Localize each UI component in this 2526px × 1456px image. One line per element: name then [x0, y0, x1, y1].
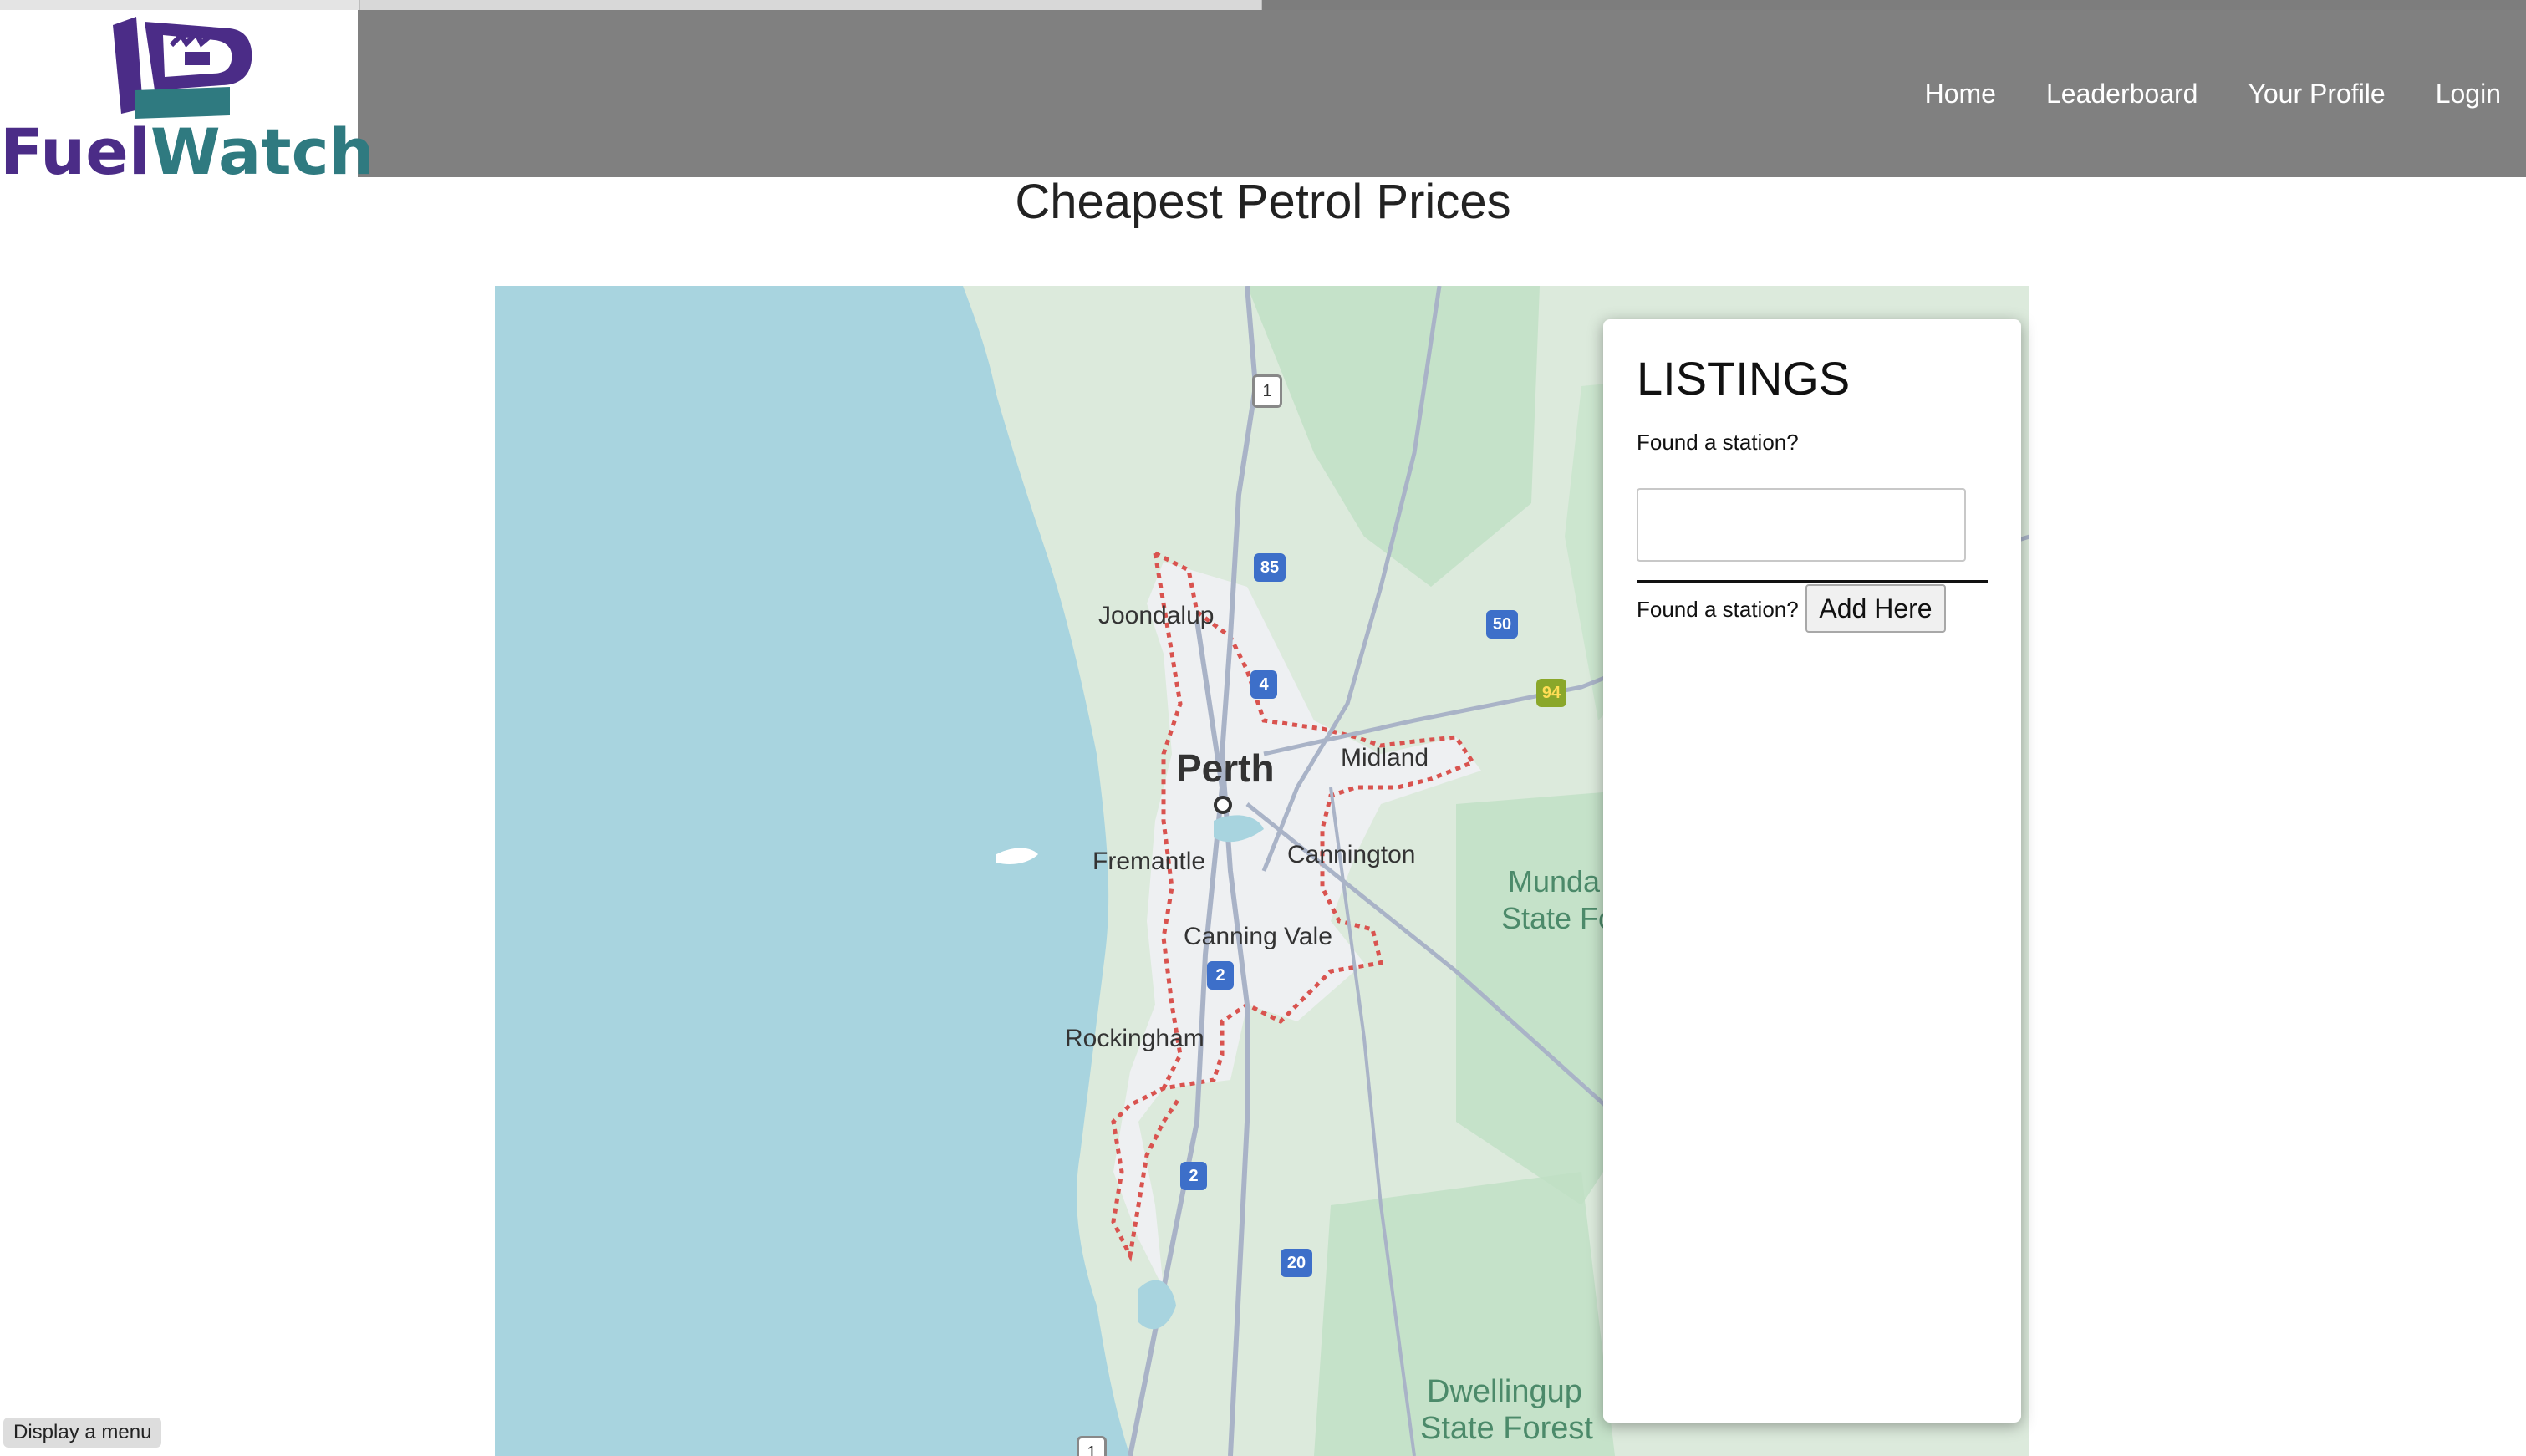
route-shield-2-north: 2: [1207, 961, 1234, 990]
place-dwellingup: Dwellingup: [1427, 1374, 1582, 1409]
route-shield-4: 4: [1250, 670, 1277, 699]
place-state-forest-partial: State Fo: [1501, 901, 1616, 935]
fuel-pump-logo-icon: [113, 17, 252, 119]
route-shield-85: 85: [1254, 553, 1286, 582]
place-fremantle: Fremantle: [1092, 848, 1206, 875]
place-state-forest: State Forest: [1420, 1411, 1593, 1446]
route-shield-1-south: 1: [1077, 1436, 1107, 1456]
nav-leaderboard-link[interactable]: Leaderboard: [2046, 79, 2198, 109]
place-munda: Munda: [1508, 864, 1601, 899]
place-joondalup: Joondalup: [1098, 602, 1215, 629]
perth-city-dot: [1214, 796, 1232, 814]
place-midland: Midland: [1341, 744, 1429, 771]
found-station-label: Found a station?: [1637, 597, 1799, 622]
browser-active-tab[interactable]: [359, 0, 1262, 10]
route-shield-2-south: 2: [1180, 1162, 1207, 1190]
station-input[interactable]: [1637, 488, 1966, 562]
nav-home-link[interactable]: Home: [1925, 79, 1996, 109]
place-canning-vale: Canning Vale: [1184, 923, 1332, 950]
found-station-prompt: Found a station?: [1637, 430, 1799, 455]
route-shield-1: 1: [1252, 374, 1282, 408]
listings-title: LISTINGS: [1637, 352, 1851, 405]
navbar: FuelWatch Home Leaderboard Your Profile …: [0, 10, 2526, 186]
add-here-button[interactable]: Add Here: [1805, 584, 1946, 633]
route-shield-94: 94: [1536, 679, 1566, 707]
place-cannington: Cannington: [1287, 841, 1416, 868]
nav-profile-link[interactable]: Your Profile: [2248, 79, 2385, 109]
display-menu-tooltip[interactable]: Display a menu: [3, 1418, 162, 1448]
route-shield-50: 50: [1486, 610, 1518, 639]
place-rockingham: Rockingham: [1065, 1025, 1204, 1052]
listings-panel: LISTINGS Found a station? Found a statio…: [1603, 319, 2021, 1423]
route-shield-20: 20: [1281, 1249, 1312, 1277]
logo[interactable]: FuelWatch: [0, 10, 374, 186]
nav-login-link[interactable]: Login: [2436, 79, 2501, 109]
page-title: Cheapest Petrol Prices: [1015, 175, 1511, 229]
nav-links: Home Leaderboard Your Profile Login: [1925, 10, 2501, 177]
listings-divider: [1637, 580, 1988, 583]
browser-top-strip: [0, 0, 2526, 10]
place-perth: Perth: [1176, 746, 1275, 790]
